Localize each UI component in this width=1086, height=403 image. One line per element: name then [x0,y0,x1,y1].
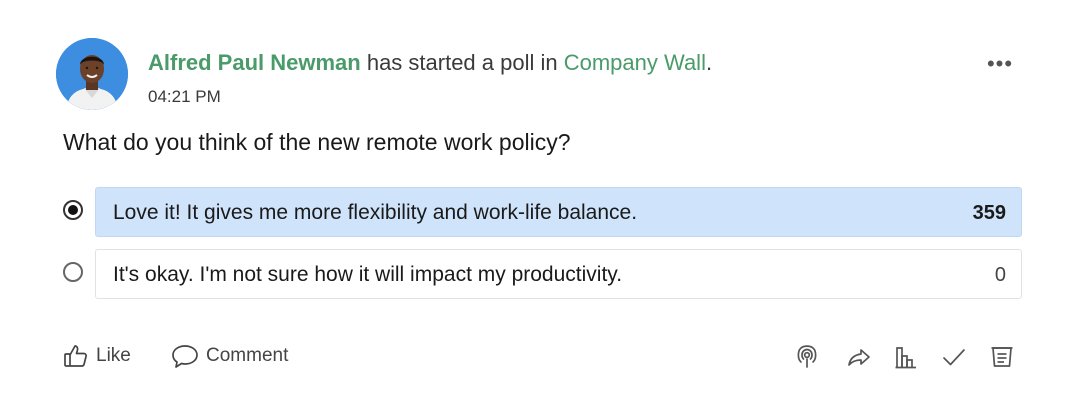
poll-option: Love it! It gives me more flexibility an… [63,187,1022,237]
group-link[interactable]: Company Wall [564,50,706,75]
like-label: Like [96,345,131,366]
post-timestamp: 04:21 PM [148,87,221,106]
like-button[interactable]: Like [63,341,131,371]
poll-option-count: 0 [994,264,1006,286]
poll-option-bar[interactable]: It's okay. I'm not sure how it will impa… [95,249,1022,299]
poll-post-card: Alfred Paul Newman has started a poll in… [0,0,1086,403]
thumbs-up-icon [64,345,87,367]
poll-option-radio-selected[interactable] [63,200,83,220]
poll-option-radio[interactable] [63,262,83,282]
poll-option-bar[interactable]: Love it! It gives me more flexibility an… [95,187,1022,237]
comment-label: Comment [206,345,289,366]
poll-option-count: 359 [972,202,1006,224]
share-icon[interactable] [846,344,872,370]
post-header: Alfred Paul Newman has started a poll in… [148,49,712,77]
post-action-text: has started a poll in [360,50,564,75]
poll-option: It's okay. I'm not sure how it will impa… [63,249,1022,299]
author-link[interactable]: Alfred Paul Newman [148,50,361,75]
poll-option-label: Love it! It gives me more flexibility an… [113,201,638,224]
poll-question: What do you think of the new remote work… [63,129,571,155]
more-options-button[interactable]: ••• [985,53,1015,77]
notes-icon[interactable] [989,344,1015,370]
analytics-icon[interactable] [894,344,920,370]
check-icon[interactable] [941,344,967,370]
poll-option-label: It's okay. I'm not sure how it will impa… [113,263,623,286]
podcast-icon[interactable] [794,344,820,370]
avatar[interactable] [56,38,128,110]
header-period: . [705,50,713,75]
comment-icon [172,345,198,368]
comment-button[interactable]: Comment [171,341,288,371]
